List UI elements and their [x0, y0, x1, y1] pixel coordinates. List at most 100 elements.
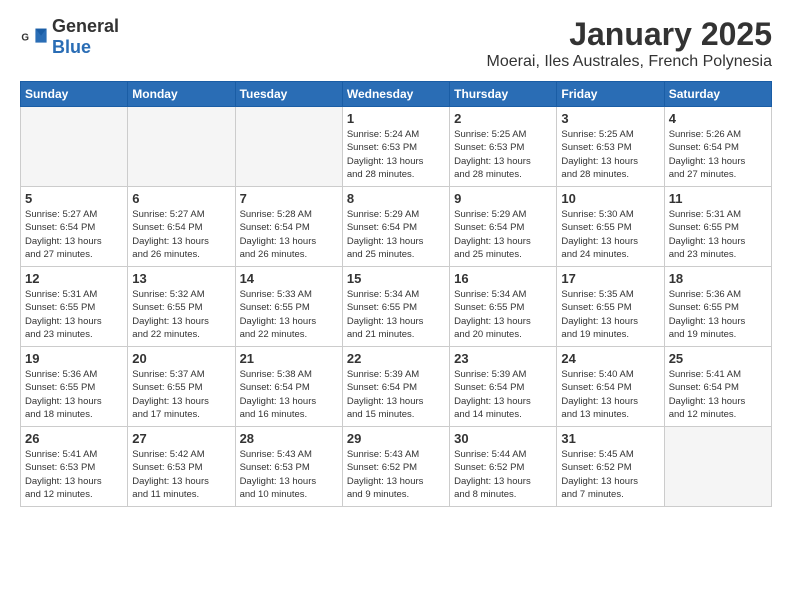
calendar-cell: 2 Sunrise: 5:25 AM Sunset: 6:53 PM Daylig… — [450, 107, 557, 187]
day-number: 23 — [454, 351, 552, 366]
calendar-cell: 10Sunrise: 5:30 AM Sunset: 6:55 PM Dayli… — [557, 187, 664, 267]
day-info: Sunrise: 5:28 AM Sunset: 6:54 PM Dayligh… — [240, 208, 338, 261]
day-info: Sunrise: 5:29 AM Sunset: 6:54 PM Dayligh… — [347, 208, 445, 261]
col-saturday: Saturday — [664, 82, 771, 107]
calendar-week-3: 12Sunrise: 5:31 AM Sunset: 6:55 PM Dayli… — [21, 267, 772, 347]
calendar-cell: 9 Sunrise: 5:29 AM Sunset: 6:54 PM Daylig… — [450, 187, 557, 267]
day-info: Sunrise: 5:44 AM Sunset: 6:52 PM Dayligh… — [454, 448, 552, 501]
day-number: 20 — [132, 351, 230, 366]
svg-text:G: G — [21, 33, 29, 44]
day-info: Sunrise: 5:25 AM Sunset: 6:53 PM Dayligh… — [454, 128, 552, 181]
day-info: Sunrise: 5:45 AM Sunset: 6:52 PM Dayligh… — [561, 448, 659, 501]
day-info: Sunrise: 5:39 AM Sunset: 6:54 PM Dayligh… — [454, 368, 552, 421]
calendar-cell: 7 Sunrise: 5:28 AM Sunset: 6:54 PM Daylig… — [235, 187, 342, 267]
calendar-week-2: 5 Sunrise: 5:27 AM Sunset: 6:54 PM Daylig… — [21, 187, 772, 267]
logo-blue: Blue — [52, 37, 91, 57]
calendar-cell: 29 Sunrise: 5:43 AM Sunset: 6:52 PM Dayli… — [342, 427, 449, 507]
calendar-cell: 23 Sunrise: 5:39 AM Sunset: 6:54 PM Dayli… — [450, 347, 557, 427]
day-info: Sunrise: 5:32 AM Sunset: 6:55 PM Dayligh… — [132, 288, 230, 341]
day-info: Sunrise: 5:41 AM Sunset: 6:53 PM Dayligh… — [25, 448, 123, 501]
day-info: Sunrise: 5:36 AM Sunset: 6:55 PM Dayligh… — [25, 368, 123, 421]
day-info: Sunrise: 5:34 AM Sunset: 6:55 PM Dayligh… — [347, 288, 445, 341]
calendar-cell: 3 Sunrise: 5:25 AM Sunset: 6:53 PM Daylig… — [557, 107, 664, 187]
day-number: 28 — [240, 431, 338, 446]
logo-text: General Blue — [52, 16, 119, 58]
day-number: 11 — [669, 191, 767, 206]
col-tuesday: Tuesday — [235, 82, 342, 107]
day-number: 22 — [347, 351, 445, 366]
calendar-cell: 6 Sunrise: 5:27 AM Sunset: 6:54 PM Daylig… — [128, 187, 235, 267]
calendar-cell: 8 Sunrise: 5:29 AM Sunset: 6:54 PM Daylig… — [342, 187, 449, 267]
day-number: 2 — [454, 111, 552, 126]
calendar-cell: 31 Sunrise: 5:45 AM Sunset: 6:52 PM Dayli… — [557, 427, 664, 507]
calendar-cell: 15Sunrise: 5:34 AM Sunset: 6:55 PM Dayli… — [342, 267, 449, 347]
day-number: 1 — [347, 111, 445, 126]
day-number: 27 — [132, 431, 230, 446]
day-number: 6 — [132, 191, 230, 206]
day-info: Sunrise: 5:43 AM Sunset: 6:53 PM Dayligh… — [240, 448, 338, 501]
calendar-cell: 17Sunrise: 5:35 AM Sunset: 6:55 PM Dayli… — [557, 267, 664, 347]
page: G General Blue January 2025 Moerai, Iles… — [0, 0, 792, 527]
day-number: 25 — [669, 351, 767, 366]
day-info: Sunrise: 5:30 AM Sunset: 6:55 PM Dayligh… — [561, 208, 659, 261]
calendar-table: Sunday Monday Tuesday Wednesday Thursday… — [20, 81, 772, 507]
day-number: 21 — [240, 351, 338, 366]
day-number: 3 — [561, 111, 659, 126]
col-thursday: Thursday — [450, 82, 557, 107]
col-sunday: Sunday — [21, 82, 128, 107]
day-info: Sunrise: 5:34 AM Sunset: 6:55 PM Dayligh… — [454, 288, 552, 341]
day-number: 18 — [669, 271, 767, 286]
day-number: 24 — [561, 351, 659, 366]
calendar-cell: 22 Sunrise: 5:39 AM Sunset: 6:54 PM Dayli… — [342, 347, 449, 427]
day-info: Sunrise: 5:26 AM Sunset: 6:54 PM Dayligh… — [669, 128, 767, 181]
calendar-cell: 5 Sunrise: 5:27 AM Sunset: 6:54 PM Daylig… — [21, 187, 128, 267]
day-info: Sunrise: 5:40 AM Sunset: 6:54 PM Dayligh… — [561, 368, 659, 421]
day-number: 16 — [454, 271, 552, 286]
day-info: Sunrise: 5:37 AM Sunset: 6:55 PM Dayligh… — [132, 368, 230, 421]
month-title: January 2025 — [487, 16, 772, 53]
col-friday: Friday — [557, 82, 664, 107]
day-number: 26 — [25, 431, 123, 446]
day-number: 5 — [25, 191, 123, 206]
day-info: Sunrise: 5:27 AM Sunset: 6:54 PM Dayligh… — [25, 208, 123, 261]
calendar-cell: 24 Sunrise: 5:40 AM Sunset: 6:54 PM Dayli… — [557, 347, 664, 427]
calendar-cell: 14 Sunrise: 5:33 AM Sunset: 6:55 PM Dayli… — [235, 267, 342, 347]
day-info: Sunrise: 5:42 AM Sunset: 6:53 PM Dayligh… — [132, 448, 230, 501]
day-number: 13 — [132, 271, 230, 286]
day-info: Sunrise: 5:24 AM Sunset: 6:53 PM Dayligh… — [347, 128, 445, 181]
day-number: 30 — [454, 431, 552, 446]
day-info: Sunrise: 5:33 AM Sunset: 6:55 PM Dayligh… — [240, 288, 338, 341]
header-row: Sunday Monday Tuesday Wednesday Thursday… — [21, 82, 772, 107]
day-info: Sunrise: 5:27 AM Sunset: 6:54 PM Dayligh… — [132, 208, 230, 261]
calendar-cell: 21Sunrise: 5:38 AM Sunset: 6:54 PM Dayli… — [235, 347, 342, 427]
calendar-cell — [21, 107, 128, 187]
calendar-cell: 4 Sunrise: 5:26 AM Sunset: 6:54 PM Daylig… — [664, 107, 771, 187]
calendar-cell: 13 Sunrise: 5:32 AM Sunset: 6:55 PM Dayli… — [128, 267, 235, 347]
day-info: Sunrise: 5:39 AM Sunset: 6:54 PM Dayligh… — [347, 368, 445, 421]
day-number: 19 — [25, 351, 123, 366]
location-title: Moerai, Iles Australes, French Polynesia — [487, 53, 772, 71]
day-info: Sunrise: 5:31 AM Sunset: 6:55 PM Dayligh… — [669, 208, 767, 261]
logo-general: General — [52, 16, 119, 36]
col-wednesday: Wednesday — [342, 82, 449, 107]
day-info: Sunrise: 5:25 AM Sunset: 6:53 PM Dayligh… — [561, 128, 659, 181]
calendar-cell: 1 Sunrise: 5:24 AM Sunset: 6:53 PM Daylig… — [342, 107, 449, 187]
day-number: 4 — [669, 111, 767, 126]
day-number: 8 — [347, 191, 445, 206]
calendar-cell: 11 Sunrise: 5:31 AM Sunset: 6:55 PM Dayli… — [664, 187, 771, 267]
calendar-cell: 16 Sunrise: 5:34 AM Sunset: 6:55 PM Dayli… — [450, 267, 557, 347]
calendar-cell: 20 Sunrise: 5:37 AM Sunset: 6:55 PM Dayli… — [128, 347, 235, 427]
day-number: 14 — [240, 271, 338, 286]
calendar-cell: 30 Sunrise: 5:44 AM Sunset: 6:52 PM Dayli… — [450, 427, 557, 507]
day-number: 7 — [240, 191, 338, 206]
day-info: Sunrise: 5:41 AM Sunset: 6:54 PM Dayligh… — [669, 368, 767, 421]
calendar-week-4: 19 Sunrise: 5:36 AM Sunset: 6:55 PM Dayli… — [21, 347, 772, 427]
day-number: 29 — [347, 431, 445, 446]
day-number: 9 — [454, 191, 552, 206]
day-info: Sunrise: 5:43 AM Sunset: 6:52 PM Dayligh… — [347, 448, 445, 501]
day-info: Sunrise: 5:29 AM Sunset: 6:54 PM Dayligh… — [454, 208, 552, 261]
day-number: 31 — [561, 431, 659, 446]
day-number: 17 — [561, 271, 659, 286]
logo: G General Blue — [20, 16, 119, 58]
calendar-cell: 18Sunrise: 5:36 AM Sunset: 6:55 PM Dayli… — [664, 267, 771, 347]
